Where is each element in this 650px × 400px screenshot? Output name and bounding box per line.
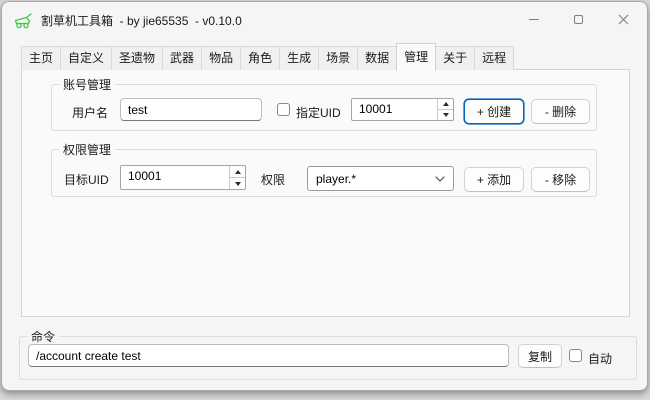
target-uid-spin-up-button[interactable]	[230, 166, 245, 178]
maximize-icon	[574, 15, 583, 24]
spin-up-icon	[235, 170, 241, 174]
target-uid-stepper-value: 10001	[121, 166, 229, 189]
spin-down-icon	[235, 182, 241, 186]
command-input[interactable]	[28, 344, 509, 367]
minimize-icon	[529, 19, 539, 20]
uid-spin-up-button[interactable]	[438, 99, 453, 110]
tab-about[interactable]: 关于	[435, 46, 475, 70]
auto-checkbox[interactable]	[569, 349, 582, 362]
command-group-title: 命令	[27, 328, 59, 345]
app-window: 割草机工具箱 - by jie65535 - v0.10.0 主页 自定义 圣遗…	[1, 1, 648, 391]
tab-artifact[interactable]: 圣遗物	[111, 46, 163, 70]
tab-item[interactable]: 物品	[201, 46, 241, 70]
specify-uid-checkbox[interactable]	[277, 103, 290, 116]
permission-dropdown-value: player.*	[316, 172, 435, 186]
username-label: 用户名	[72, 104, 108, 121]
uid-spin-down-button[interactable]	[438, 110, 453, 120]
target-uid-stepper[interactable]: 10001	[120, 165, 246, 190]
window-title: 割草机工具箱 - by jie65535 - v0.10.0	[41, 12, 242, 29]
tab-remote[interactable]: 远程	[474, 46, 514, 70]
remove-permission-button[interactable]: - 移除	[531, 167, 590, 192]
tab-weapon[interactable]: 武器	[162, 46, 202, 70]
chevron-down-icon	[435, 176, 445, 182]
close-icon	[618, 14, 629, 25]
delete-account-button[interactable]: - 删除	[531, 99, 590, 124]
account-group-title: 账号管理	[59, 76, 115, 93]
window-controls	[511, 2, 646, 36]
management-tab-page: 账号管理 用户名 指定UID 10001 + 创建 - 删除 权限管理 目标UI…	[21, 69, 630, 317]
username-input[interactable]	[120, 98, 262, 121]
spin-up-icon	[443, 102, 449, 106]
permission-label: 权限	[261, 171, 285, 188]
minimize-button[interactable]	[511, 2, 556, 36]
permission-dropdown[interactable]: player.*	[307, 166, 454, 191]
tab-scene[interactable]: 场景	[318, 46, 358, 70]
spin-down-icon	[443, 113, 449, 117]
tab-spawn[interactable]: 生成	[279, 46, 319, 70]
tab-home[interactable]: 主页	[21, 46, 61, 70]
close-button[interactable]	[601, 2, 646, 36]
auto-label: 自动	[588, 350, 612, 367]
tab-data[interactable]: 数据	[357, 46, 397, 70]
tab-custom[interactable]: 自定义	[60, 46, 112, 70]
uid-stepper-spinner	[437, 99, 453, 120]
app-logo-mower-icon	[13, 13, 33, 29]
title-bar: 割草机工具箱 - by jie65535 - v0.10.0	[2, 2, 647, 39]
tab-management[interactable]: 管理	[396, 43, 436, 71]
tab-avatar[interactable]: 角色	[240, 46, 280, 70]
specify-uid-label: 指定UID	[296, 104, 341, 121]
uid-stepper-value: 10001	[352, 99, 437, 120]
target-uid-stepper-spinner	[229, 166, 245, 189]
target-uid-spin-down-button[interactable]	[230, 178, 245, 189]
uid-stepper[interactable]: 10001	[351, 98, 454, 121]
permission-group-title: 权限管理	[59, 141, 115, 158]
tab-strip: 主页 自定义 圣遗物 武器 物品 角色 生成 场景 数据 管理 关于 远程	[21, 43, 513, 70]
maximize-button[interactable]	[556, 2, 601, 36]
create-account-button[interactable]: + 创建	[464, 99, 524, 124]
copy-command-button[interactable]: 复制	[518, 344, 562, 368]
add-permission-button[interactable]: + 添加	[464, 167, 524, 192]
target-uid-label: 目标UID	[64, 171, 109, 188]
